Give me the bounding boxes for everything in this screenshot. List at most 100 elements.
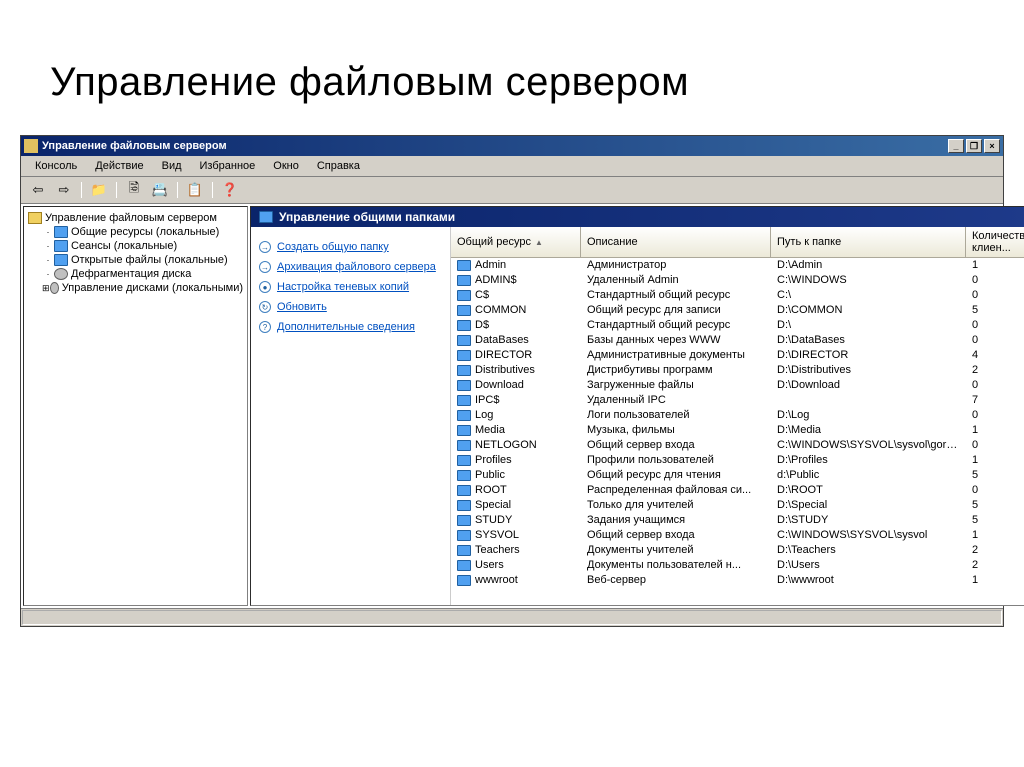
tree-item-label: Общие ресурсы (локальные) (71, 226, 219, 238)
share-row[interactable]: ROOT Распределенная файловая си... D:\RO… (451, 483, 1024, 498)
cell-description: Общий сервер входа (581, 438, 771, 453)
share-folder-icon (259, 211, 273, 223)
content-header: Управление общими папками (251, 207, 1024, 227)
menu-action[interactable]: Действие (87, 158, 151, 174)
tree-root[interactable]: Управление файловым сервером (28, 211, 243, 225)
cell-description: Распределенная файловая си... (581, 483, 771, 498)
action-link[interactable]: →Архивация файлового сервера (259, 257, 442, 277)
share-row[interactable]: NETLOGON Общий сервер входа C:\WINDOWS\S… (451, 438, 1024, 453)
list-panel: Общий ресурс▲ Описание Путь к папке Коли… (451, 227, 1024, 605)
expand-icon[interactable]: · (42, 241, 54, 251)
cell-count: 0 (966, 333, 1024, 348)
share-row[interactable]: Log Логи пользователей D:\Log 0 (451, 408, 1024, 423)
help-button[interactable]: ❓ (219, 180, 241, 200)
share-row[interactable]: Users Документы пользователей н... D:\Us… (451, 558, 1024, 573)
menu-window[interactable]: Окно (265, 158, 307, 174)
share-row[interactable]: Distributives Дистрибутивы программ D:\D… (451, 363, 1024, 378)
share-row[interactable]: Media Музыка, фильмы D:\Media 1 (451, 423, 1024, 438)
separator (81, 182, 82, 198)
restore-button[interactable]: ❐ (966, 139, 982, 153)
tree-item[interactable]: · Дефрагментация диска (28, 267, 243, 281)
action-link[interactable]: →Создать общую папку (259, 237, 442, 257)
share-row[interactable]: Profiles Профили пользователей D:\Profil… (451, 453, 1024, 468)
share-row[interactable]: ADMIN$ Удаленный Admin C:\WINDOWS 0 (451, 273, 1024, 288)
cell-description: Общий сервер входа (581, 528, 771, 543)
properties-button[interactable]: 📋 (184, 180, 206, 200)
share-row[interactable]: wwwroot Веб-сервер D:\wwwroot 1 (451, 573, 1024, 588)
close-button[interactable]: × (984, 139, 1000, 153)
up-button[interactable]: 📁 (88, 180, 110, 200)
share-icon (457, 440, 471, 451)
action-link[interactable]: ●Настройка теневых копий (259, 277, 442, 297)
cell-path: D:\ROOT (771, 483, 966, 498)
window-controls: _ ❐ × (948, 139, 1000, 153)
column-description[interactable]: Описание (581, 227, 771, 257)
expand-icon[interactable]: ⊞ (42, 283, 50, 294)
cell-description: Удаленный IPC (581, 393, 771, 408)
menu-console[interactable]: Консоль (27, 158, 85, 174)
cell-count: 0 (966, 408, 1024, 423)
share-row[interactable]: Download Загруженные файлы D:\Download 0 (451, 378, 1024, 393)
column-name[interactable]: Общий ресурс▲ (451, 227, 581, 257)
minimize-button[interactable]: _ (948, 139, 964, 153)
share-row[interactable]: Teachers Документы учителей D:\Teachers … (451, 543, 1024, 558)
menu-view[interactable]: Вид (154, 158, 190, 174)
item-icon (54, 268, 68, 280)
tree-item[interactable]: ·Открытые файлы (локальные) (28, 253, 243, 267)
share-icon (457, 515, 471, 526)
share-icon (457, 530, 471, 541)
cell-name: NETLOGON (451, 438, 581, 453)
expand-icon[interactable]: · (42, 255, 54, 265)
share-icon (457, 260, 471, 271)
action-link[interactable]: ?Дополнительные сведения (259, 317, 442, 337)
cell-description: Дистрибутивы программ (581, 363, 771, 378)
tree-item[interactable]: ⊞Управление дисками (локальными) (28, 281, 243, 295)
column-path[interactable]: Путь к папке (771, 227, 966, 257)
expand-icon[interactable]: · (42, 227, 54, 237)
share-icon (457, 455, 471, 466)
share-row[interactable]: IPC$ Удаленный IPC 7 (451, 393, 1024, 408)
back-button[interactable]: ⇦ (27, 180, 49, 200)
cell-description: Музыка, фильмы (581, 423, 771, 438)
action-label: Создать общую папку (277, 241, 389, 253)
column-count[interactable]: Количество клиен... (966, 227, 1024, 257)
cell-name: Profiles (451, 453, 581, 468)
share-row[interactable]: Public Общий ресурс для чтения d:\Public… (451, 468, 1024, 483)
expand-icon[interactable]: · (42, 269, 54, 279)
cell-path: D:\Users (771, 558, 966, 573)
cell-count: 1 (966, 573, 1024, 588)
action-icon: ● (259, 281, 271, 293)
status-pane (22, 610, 1002, 625)
share-row[interactable]: DIRECTOR Административные документы D:\D… (451, 348, 1024, 363)
share-row[interactable]: STUDY Задания учащимся D:\STUDY 5 (451, 513, 1024, 528)
refresh-button[interactable]: 🗟 (123, 180, 145, 200)
menu-favorites[interactable]: Избранное (192, 158, 264, 174)
share-icon (457, 290, 471, 301)
cell-name: Admin (451, 258, 581, 273)
toolbar: ⇦ ⇨ 📁 🗟 📇 📋 ❓ (21, 177, 1003, 204)
share-row[interactable]: Admin Администратор D:\Admin 1 (451, 258, 1024, 273)
action-link[interactable]: ↻Обновить (259, 297, 442, 317)
share-row[interactable]: SYSVOL Общий сервер входа C:\WINDOWS\SYS… (451, 528, 1024, 543)
export-button[interactable]: 📇 (149, 180, 171, 200)
cell-description: Логи пользователей (581, 408, 771, 423)
share-row[interactable]: C$ Стандартный общий ресурс C:\ 0 (451, 288, 1024, 303)
cell-count: 1 (966, 453, 1024, 468)
cell-name: ADMIN$ (451, 273, 581, 288)
share-row[interactable]: COMMON Общий ресурс для записи D:\COMMON… (451, 303, 1024, 318)
cell-name: DIRECTOR (451, 348, 581, 363)
cell-count: 0 (966, 288, 1024, 303)
cell-path: D:\ (771, 318, 966, 333)
share-icon (457, 395, 471, 406)
tree-item[interactable]: · Общие ресурсы (локальные) (28, 225, 243, 239)
share-row[interactable]: DataBases Базы данных через WWW D:\DataB… (451, 333, 1024, 348)
cell-description: Документы учителей (581, 543, 771, 558)
tree-item-label: Дефрагментация диска (71, 268, 191, 280)
share-row[interactable]: D$ Стандартный общий ресурс D:\ 0 (451, 318, 1024, 333)
menu-help[interactable]: Справка (309, 158, 368, 174)
cell-path: D:\Admin (771, 258, 966, 273)
share-row[interactable]: Special Только для учителей D:\Special 5 (451, 498, 1024, 513)
forward-button[interactable]: ⇨ (53, 180, 75, 200)
tree-item[interactable]: ·Сеансы (локальные) (28, 239, 243, 253)
action-label: Обновить (277, 301, 327, 313)
